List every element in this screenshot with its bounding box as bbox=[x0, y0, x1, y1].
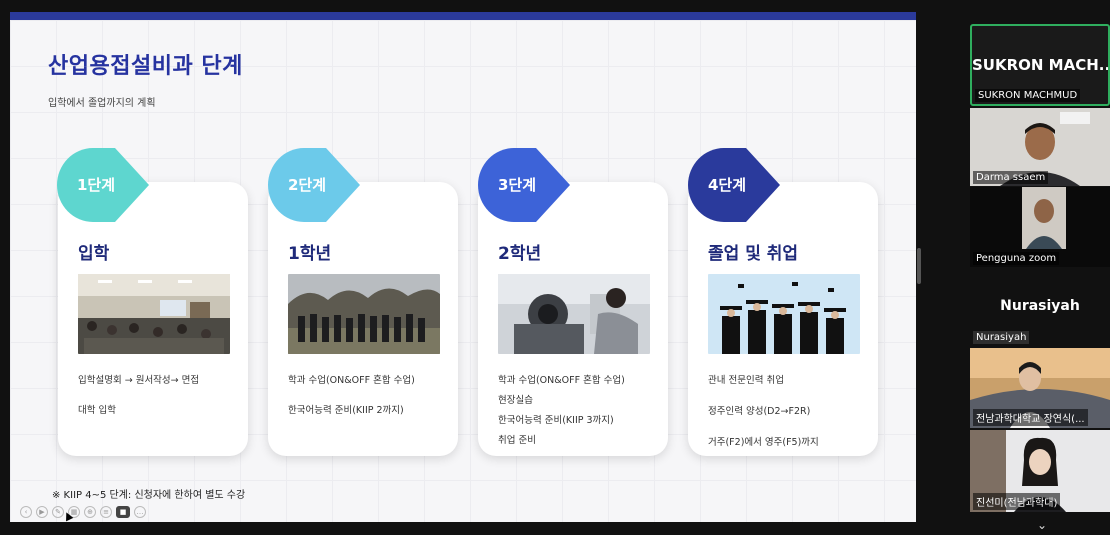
stage-detail: 입학설명회 → 원서작성→ 면접 bbox=[78, 375, 200, 386]
stage-detail: 현장실습 bbox=[498, 395, 533, 406]
stage-badge-label: 3단계 bbox=[498, 176, 537, 194]
stage-detail: 학과 수업(ON&OFF 혼합 수업) bbox=[498, 375, 625, 386]
more-icon[interactable]: … bbox=[134, 506, 146, 518]
stage-heading: 2학년 bbox=[498, 244, 542, 264]
slide-top-bar bbox=[10, 12, 916, 20]
presentation-controls: ‹ ▶ ✎ ▦ ⊕ ≡ ■ … bbox=[20, 506, 146, 518]
stage-card-1: 입학 입학설명회 → 원서작성→ 면접 대학 입학 bbox=[58, 182, 248, 456]
participant-big-name: Nurasiyah bbox=[1000, 298, 1080, 314]
stage-badge-4: 4단계 bbox=[688, 148, 780, 222]
stage-detail: 거주(F2)에서 영주(F5)까지 bbox=[708, 437, 819, 448]
play-icon[interactable]: ▶ bbox=[36, 506, 48, 518]
slide-subtitle: 입학에서 졸업까지의 계획 bbox=[48, 98, 156, 109]
stage-badge-2: 2단계 bbox=[268, 148, 360, 222]
stage-detail: 정주인력 양성(D2→F2R) bbox=[708, 406, 811, 417]
stage-detail: 대학 입학 bbox=[78, 405, 116, 416]
stage-badge-label: 2단계 bbox=[288, 176, 327, 194]
slide-footnote: ※ KIIP 4~5 단계: 신청자에 한하여 별도 수강 bbox=[52, 490, 246, 501]
zoom-meeting-window: 산업용접설비과 단계 입학에서 졸업까지의 계획 입학 입학설명회 → 원서작성… bbox=[0, 0, 1110, 535]
participant-label: Pengguna zoom bbox=[973, 252, 1060, 265]
participant-tile[interactable]: Pengguna zoom bbox=[970, 187, 1110, 267]
group-outdoor-photo bbox=[288, 274, 440, 354]
shared-slide: 산업용접설비과 단계 입학에서 졸업까지의 계획 입학 입학설명회 → 원서작성… bbox=[10, 12, 916, 522]
stage-detail: 관내 전문인력 취업 bbox=[708, 375, 784, 386]
participant-tile[interactable]: 진선미(전남과학대) bbox=[970, 430, 1110, 512]
stage-badge-1: 1단계 bbox=[57, 148, 149, 222]
participant-label: SUKRON MACHMUD bbox=[975, 89, 1081, 102]
participant-tile[interactable]: Nurasiyah Nurasiyah bbox=[970, 290, 1110, 346]
participants-panel: SUKRON MACH... SUKRON MACHMUD Darma ssae… bbox=[968, 0, 1110, 535]
prev-icon[interactable]: ‹ bbox=[20, 506, 32, 518]
subtitles-icon[interactable]: ≡ bbox=[100, 506, 112, 518]
stage-detail: 한국어능력 준비(KIIP 3까지) bbox=[498, 415, 614, 426]
stage-badge-label: 4단계 bbox=[708, 176, 747, 194]
resize-handle[interactable] bbox=[917, 248, 921, 284]
stage-heading: 입학 bbox=[78, 244, 110, 264]
stage-badge-3: 3단계 bbox=[478, 148, 570, 222]
stage-badge-label: 1단계 bbox=[77, 176, 116, 194]
participant-label: 진선미(전남과학대) bbox=[973, 493, 1061, 510]
pen-icon[interactable]: ✎ bbox=[52, 506, 64, 518]
graduation-photo bbox=[708, 274, 860, 354]
participant-label: 전남과학대학교 장연식(... bbox=[973, 409, 1088, 426]
stage-detail: 취업 준비 bbox=[498, 435, 536, 446]
stage-detail: 학과 수업(ON&OFF 혼합 수업) bbox=[288, 375, 415, 386]
participant-tile[interactable]: 전남과학대학교 장연식(... bbox=[970, 348, 1110, 428]
classroom-photo bbox=[78, 274, 230, 354]
zoom-icon[interactable]: ⊕ bbox=[84, 506, 96, 518]
stage-heading: 졸업 및 취업 bbox=[708, 244, 799, 264]
slide-title: 산업용접설비과 단계 bbox=[48, 54, 243, 79]
stage-detail: 한국어능력 준비(KIIP 2까지) bbox=[288, 405, 404, 416]
participant-label: Darma ssaem bbox=[973, 171, 1049, 184]
stage-heading: 1학년 bbox=[288, 244, 332, 264]
lab-equipment-photo bbox=[498, 274, 650, 354]
stage-card-2: 1학년 학과 수업(ON&OFF 혼합 수업) 한국어능력 준비(KIIP 2까… bbox=[268, 182, 458, 456]
chevron-down-icon[interactable]: ⌄ bbox=[1037, 518, 1047, 532]
stage-card-3: 2학년 학과 수업(ON&OFF 혼합 수업) 현장실습 한국어능력 준비(KI… bbox=[478, 182, 668, 456]
camera-icon[interactable]: ■ bbox=[116, 506, 130, 518]
participant-tile[interactable]: Darma ssaem bbox=[970, 108, 1110, 186]
participant-tile-active[interactable]: SUKRON MACH... SUKRON MACHMUD bbox=[970, 24, 1110, 106]
stage-card-4: 졸업 및 취업 관내 전문인력 취업 정주인력 양성(D2→F2R) 거주(F2… bbox=[688, 182, 878, 456]
participant-big-name: SUKRON MACH... bbox=[972, 56, 1108, 74]
participant-label: Nurasiyah bbox=[973, 331, 1030, 344]
